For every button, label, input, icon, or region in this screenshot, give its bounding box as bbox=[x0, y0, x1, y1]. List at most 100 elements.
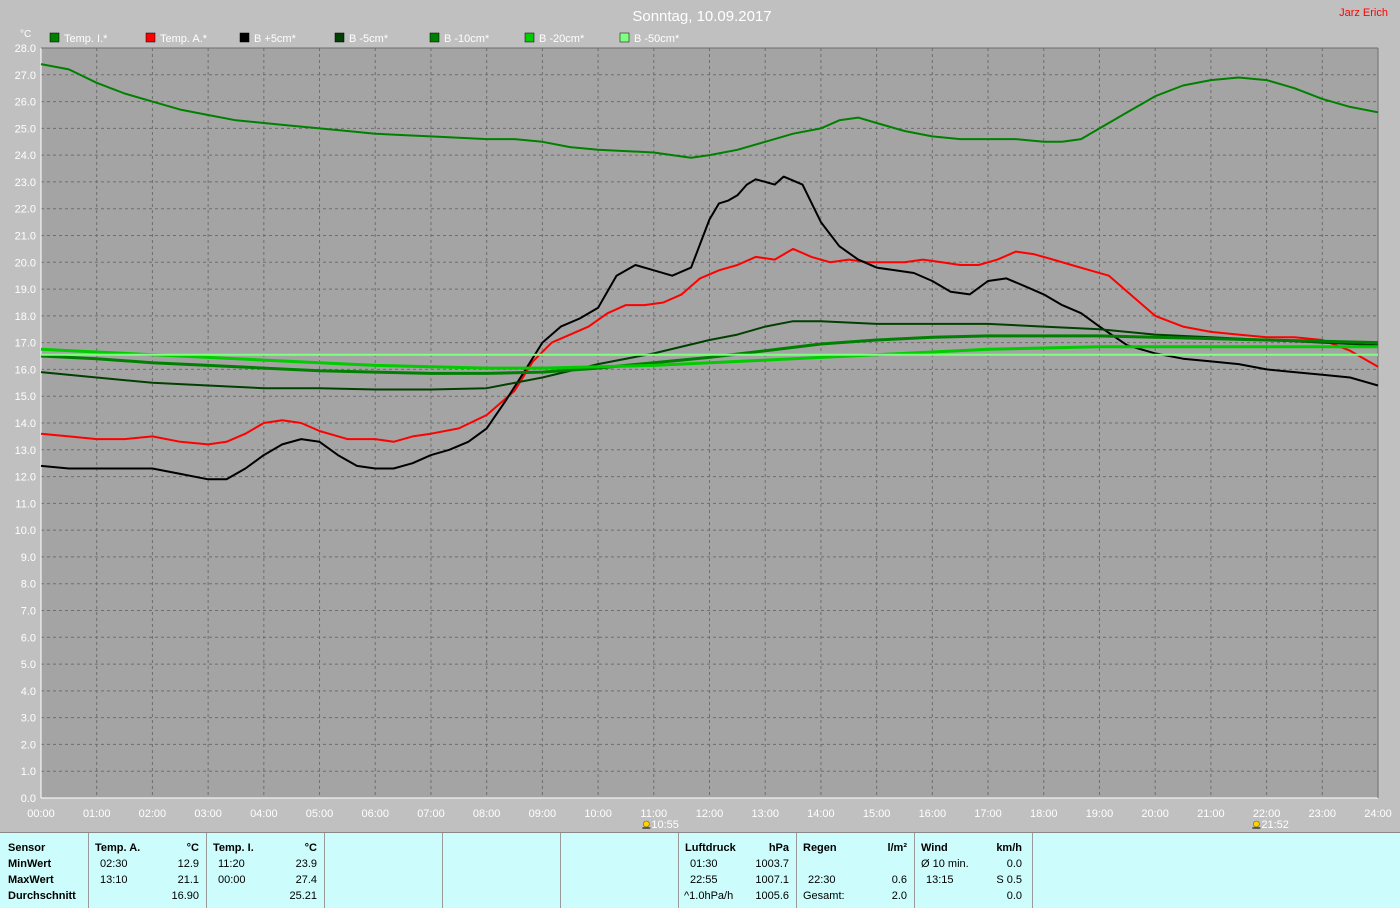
x-tick-label: 19:00 bbox=[1086, 808, 1114, 820]
temp-i-header: Temp. I. bbox=[213, 842, 254, 854]
y-tick-label: 26.0 bbox=[15, 97, 36, 109]
legend-swatch bbox=[334, 32, 345, 43]
temperature-chart: Sonntag, 10.09.2017 Jarz Erich °C Temp. … bbox=[0, 0, 1400, 832]
wind-avg-label: Ø 10 min. bbox=[921, 858, 969, 870]
pressure-min-value: 1003.7 bbox=[755, 858, 789, 870]
legend-swatch bbox=[524, 32, 535, 43]
chart-title: Sonntag, 10.09.2017 bbox=[632, 8, 771, 25]
temp-i-avg: 25.21 bbox=[289, 890, 317, 902]
pressure-avg: 1005.6 bbox=[755, 890, 789, 902]
sun-icon bbox=[1253, 820, 1260, 828]
pressure-max-value: 1007.1 bbox=[755, 874, 789, 886]
x-tick-label: 18:00 bbox=[1030, 808, 1058, 820]
y-tick-label: 18.0 bbox=[15, 311, 36, 323]
y-tick-label: 15.0 bbox=[15, 391, 36, 403]
x-tick-label: 03:00 bbox=[194, 808, 222, 820]
rain-total-value: 2.0 bbox=[891, 890, 907, 902]
pressure-unit: hPa bbox=[768, 842, 789, 854]
rain-value: 0.6 bbox=[891, 874, 907, 886]
rain-unit: l/m² bbox=[887, 842, 907, 854]
y-tick-label: 11.0 bbox=[15, 498, 36, 510]
x-tick-label: 07:00 bbox=[417, 808, 445, 820]
wind-header: Wind bbox=[921, 842, 948, 854]
wind-max-time: 13:15 bbox=[926, 874, 954, 886]
temp-a-min-value: 12.9 bbox=[177, 858, 199, 870]
x-tick-label: 04:00 bbox=[250, 808, 278, 820]
y-tick-label: 13.0 bbox=[15, 445, 36, 457]
y-tick-label: 2.0 bbox=[21, 739, 36, 751]
temp-i-min-value: 23.9 bbox=[295, 858, 317, 870]
x-tick-label: 14:00 bbox=[807, 808, 835, 820]
y-tick-label: 8.0 bbox=[21, 579, 36, 591]
x-tick-label: 00:00 bbox=[27, 808, 55, 820]
x-tick-label: 21:00 bbox=[1197, 808, 1225, 820]
x-tick-label: 16:00 bbox=[919, 808, 947, 820]
sensor-header: Sensor bbox=[8, 842, 46, 854]
legend-label: Temp. I.* bbox=[64, 33, 108, 45]
row-label-avg: Durchschnitt bbox=[8, 890, 76, 902]
x-tick-label: 24:00 bbox=[1364, 808, 1392, 820]
x-tick-label: 06:00 bbox=[361, 808, 389, 820]
y-tick-label: 0.0 bbox=[21, 793, 36, 805]
temp-a-avg: 16.90 bbox=[171, 890, 199, 902]
temp-i-unit: °C bbox=[304, 842, 317, 854]
x-tick-label: 05:00 bbox=[306, 808, 334, 820]
x-tick-label: 09:00 bbox=[529, 808, 557, 820]
y-tick-label: 27.0 bbox=[15, 70, 36, 82]
y-tick-label: 28.0 bbox=[15, 43, 36, 55]
chart-grid bbox=[40, 47, 1379, 799]
temp-a-max-time: 13:10 bbox=[100, 874, 128, 886]
y-tick-label: 19.0 bbox=[15, 284, 36, 296]
legend-label: B -50cm* bbox=[634, 33, 680, 45]
legend-label: B -5cm* bbox=[349, 33, 389, 45]
y-tick-label: 21.0 bbox=[15, 231, 36, 243]
y-tick-label: 20.0 bbox=[15, 257, 36, 269]
x-tick-label: 15:00 bbox=[863, 808, 891, 820]
pressure-header: Luftdruck bbox=[685, 842, 736, 854]
y-tick-label: 6.0 bbox=[21, 632, 36, 644]
x-tick-label: 17:00 bbox=[974, 808, 1002, 820]
pressure-min-time: 01:30 bbox=[690, 858, 718, 870]
y-tick-label: 25.0 bbox=[15, 123, 36, 135]
legend-swatch bbox=[429, 32, 440, 43]
legend-label: Temp. A.* bbox=[160, 33, 208, 45]
rain-total-label: Gesamt: bbox=[803, 890, 845, 902]
x-tick-label: 12:00 bbox=[696, 808, 724, 820]
y-tick-label: 24.0 bbox=[15, 150, 36, 162]
x-tick-label: 20:00 bbox=[1141, 808, 1169, 820]
temp-a-header: Temp. A. bbox=[95, 842, 141, 854]
temp-a-min-time: 02:30 bbox=[100, 858, 128, 870]
y-tick-label: 12.0 bbox=[15, 472, 36, 484]
chart-author: Jarz Erich bbox=[1339, 7, 1388, 19]
row-label-max: MaxWert bbox=[8, 874, 54, 886]
table-divider bbox=[914, 833, 915, 908]
legend-swatch bbox=[145, 32, 156, 43]
x-tick-label: 23:00 bbox=[1309, 808, 1337, 820]
y-tick-label: 7.0 bbox=[21, 606, 36, 618]
temp-i-max-value: 27.4 bbox=[295, 874, 317, 886]
legend-label: B -10cm* bbox=[444, 33, 490, 45]
table-divider bbox=[1032, 833, 1033, 908]
marker-label: 10:55 bbox=[651, 819, 679, 831]
x-tick-label: 08:00 bbox=[473, 808, 501, 820]
legend-label: B -20cm* bbox=[539, 33, 585, 45]
table-divider bbox=[206, 833, 207, 908]
pressure-trend: ^1.0hPa/h bbox=[684, 890, 734, 902]
table-divider bbox=[324, 833, 325, 908]
legend-swatch bbox=[619, 32, 630, 43]
temp-a-max-value: 21.1 bbox=[177, 874, 199, 886]
x-tick-label: 02:00 bbox=[139, 808, 167, 820]
stats-table: Sensor MinWert MaxWert Durchschnitt Temp… bbox=[0, 832, 1400, 908]
table-divider bbox=[560, 833, 561, 908]
y-tick-label: 4.0 bbox=[21, 686, 36, 698]
y-tick-label: 14.0 bbox=[15, 418, 36, 430]
y-tick-label: 3.0 bbox=[21, 713, 36, 725]
wind-avg-value: 0.0 bbox=[1006, 858, 1022, 870]
legend-swatch bbox=[49, 32, 60, 43]
marker-label: 21:52 bbox=[1261, 819, 1289, 831]
x-tick-label: 10:00 bbox=[584, 808, 612, 820]
rain-header: Regen bbox=[803, 842, 837, 854]
wind-unit: km/h bbox=[996, 842, 1022, 854]
y-tick-label: 22.0 bbox=[15, 204, 36, 216]
y-tick-label: 17.0 bbox=[15, 338, 36, 350]
